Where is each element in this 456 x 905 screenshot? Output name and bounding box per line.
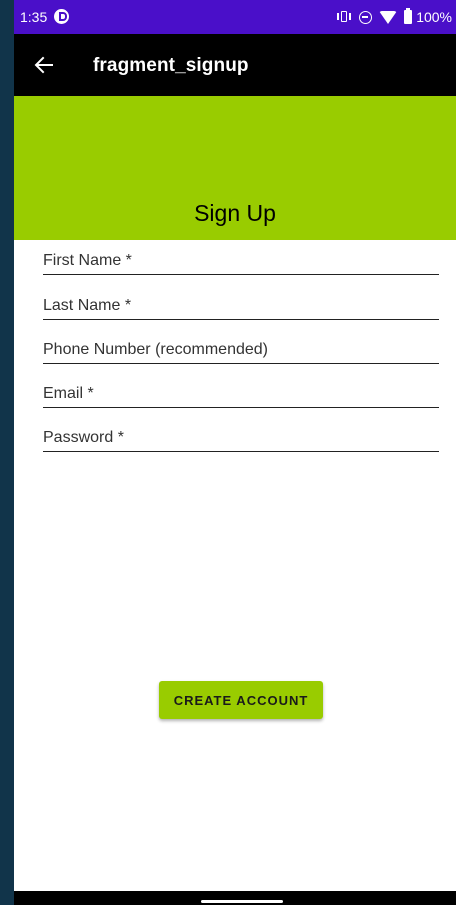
do-not-disturb-icon (359, 10, 373, 24)
app-notification-icon (54, 9, 69, 24)
first-name-field-container (43, 247, 439, 276)
battery-percent: 100% (416, 9, 452, 25)
first-name-input[interactable] (43, 247, 439, 276)
battery-icon (404, 8, 413, 24)
signup-header: Sign Up (14, 96, 456, 240)
password-field-container (43, 424, 439, 453)
vibrate-icon (336, 10, 352, 24)
password-input[interactable] (43, 424, 439, 453)
signup-screen: 1:35 100% fragment_signup Sign Up First … (14, 0, 456, 905)
back-arrow-icon[interactable] (34, 55, 54, 75)
email-field-container (43, 380, 439, 409)
last-name-input[interactable] (43, 292, 439, 321)
phone-field-container (43, 336, 439, 365)
navigation-bar (14, 891, 456, 905)
last-name-field-container (43, 292, 439, 321)
wifi-icon (379, 10, 398, 24)
create-account-button[interactable]: CREATE ACCOUNT (159, 681, 323, 719)
status-time: 1:35 (20, 9, 48, 25)
app-bar: fragment_signup (14, 34, 456, 96)
status-icons: 100% (336, 7, 452, 27)
home-gesture-handle[interactable] (201, 900, 283, 903)
app-bar-title: fragment_signup (93, 55, 249, 76)
status-bar: 1:35 100% (14, 0, 456, 34)
email-input[interactable] (43, 380, 439, 409)
page-title: Sign Up (194, 200, 276, 226)
phone-number-input[interactable] (43, 336, 439, 365)
